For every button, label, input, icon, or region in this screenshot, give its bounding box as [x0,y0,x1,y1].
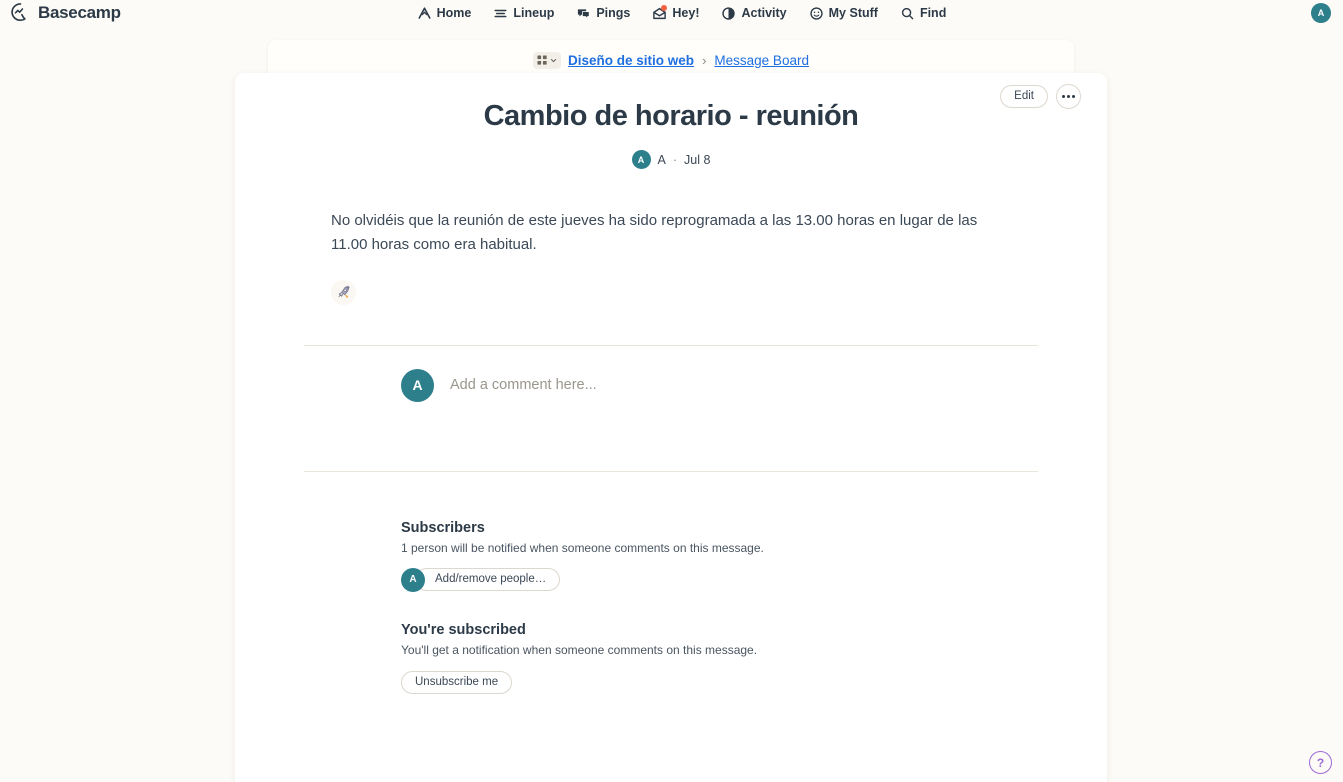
byline-separator: · [672,152,678,167]
author-avatar: A [631,150,651,169]
nav-item-find[interactable]: Find [900,6,946,21]
unsubscribe-button[interactable]: Unsubscribe me [401,670,513,695]
nav-item-label: My Stuff [828,6,878,20]
subscribers-section: Subscribers 1 person will be notified wh… [235,472,1107,592]
chevron-down-icon [550,57,557,64]
subscribers-people: A Add/remove people… [401,567,1107,592]
subscriber-avatar[interactable]: A [401,567,425,592]
home-icon [417,6,432,21]
breadcrumb-section-link[interactable]: Message Board [714,53,809,68]
more-dot-icon [1072,95,1075,98]
edit-button[interactable]: Edit [1000,84,1048,109]
nav-item-label: Lineup [513,6,555,20]
more-dot-icon [1067,95,1070,98]
nav-item-label: Home [436,6,472,20]
subscription-section: You're subscribed You'll get a notificat… [235,592,1107,695]
nav-items: Home Lineup Pings Hey! Activity My Stuff… [397,4,946,21]
lineup-icon [493,6,508,21]
search-icon [900,6,915,21]
breadcrumb-separator: › [702,52,707,68]
comment-avatar: A [401,368,434,402]
nav-item-label: Hey! [672,6,700,20]
comment-input[interactable] [450,377,890,394]
nav-item-home[interactable]: Home [417,6,472,21]
message-card: Edit Cambio de horario - reunión A A · J… [235,73,1107,782]
activity-icon [721,6,736,21]
add-remove-people-button[interactable]: Add/remove people… [415,567,561,592]
post-date: Jul 8 [684,152,711,167]
nav-item-label: Pings [596,6,631,20]
grid-apps-button[interactable] [533,51,562,69]
nav-item-my-stuff[interactable]: My Stuff [809,6,878,21]
boost-rocket-icon [336,285,351,300]
post-body: No olvidéis que la reunión de este jueve… [331,212,978,254]
nav-item-pings[interactable]: Pings [576,6,630,21]
comment-spacer [235,425,1107,471]
breadcrumb-project-link[interactable]: Diseño de sitio web [568,53,694,68]
subscribers-note: 1 person will be notified when someone c… [401,540,764,555]
nav-item-label: Find [919,6,947,20]
nav-item-label: Activity [741,6,787,20]
more-options-button[interactable] [1056,84,1081,109]
subscribers-title: Subscribers [401,519,485,536]
hey-notification-badge [661,4,668,11]
author-name: A [657,152,666,167]
nav-item-lineup[interactable]: Lineup [493,6,554,21]
pings-icon [576,6,591,21]
subscription-note: You'll get a notification when someone c… [401,642,758,657]
nav-item-activity[interactable]: Activity [721,6,787,21]
boost-row [331,279,1107,305]
top-navigation-bar: Basecamp Home Lineup Pings Hey! Activity… [0,0,1343,26]
add-comment-row: A [235,346,1107,425]
card-actions: Edit [1000,84,1081,109]
subscription-title: You're subscribed [401,621,526,638]
smiley-icon [809,6,824,21]
basecamp-brand[interactable]: Basecamp [10,2,121,23]
add-boost-button[interactable] [331,279,356,305]
more-dot-icon [1062,95,1065,98]
help-button[interactable]: ? [1309,751,1332,774]
basecamp-logo-icon [10,2,31,23]
grid-apps-icon [537,54,548,66]
nav-item-hey[interactable]: Hey! [652,4,700,21]
page-title: Cambio de horario - reunión [483,100,859,132]
post-byline: A A · Jul 8 [235,150,1107,169]
user-avatar[interactable]: A [1311,3,1331,23]
brand-name: Basecamp [38,2,121,22]
